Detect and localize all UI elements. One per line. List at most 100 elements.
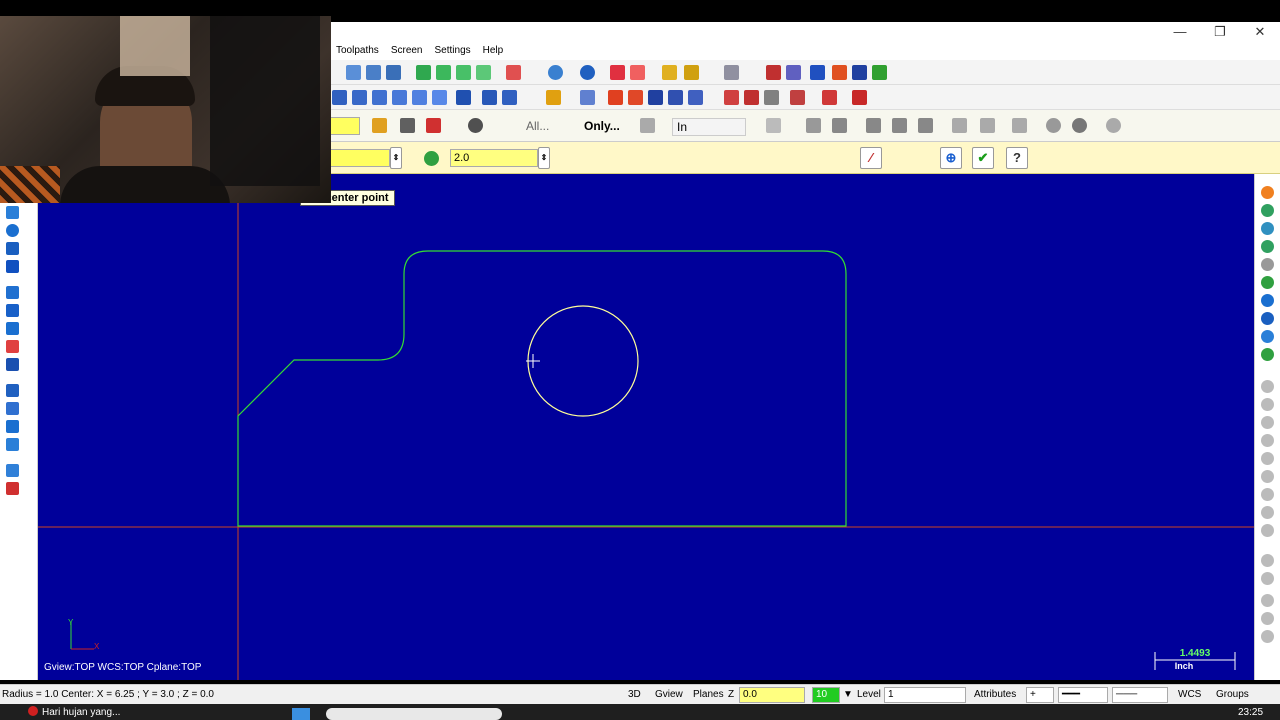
break-icon[interactable] bbox=[482, 90, 497, 105]
line-width-select[interactable]: ─── bbox=[1112, 687, 1168, 703]
trim-divide-icon[interactable] bbox=[1261, 222, 1274, 235]
tool-g-icon[interactable] bbox=[1261, 488, 1274, 501]
solid-select-icon[interactable] bbox=[832, 118, 847, 133]
z-depth-field[interactable]: 0.0 bbox=[739, 687, 805, 703]
surface-icon[interactable] bbox=[506, 65, 521, 80]
level-field[interactable]: 1 bbox=[884, 687, 966, 703]
part-contour[interactable] bbox=[237, 250, 847, 527]
measure-icon[interactable] bbox=[724, 65, 739, 80]
shade-icon[interactable] bbox=[610, 65, 625, 80]
backplot-icon[interactable] bbox=[786, 65, 801, 80]
tool-f-icon[interactable] bbox=[1261, 470, 1274, 483]
tool-k-icon[interactable] bbox=[1261, 572, 1274, 585]
ok-button[interactable]: ✔ bbox=[972, 147, 994, 169]
join-icon[interactable] bbox=[502, 90, 517, 105]
body-select-icon[interactable] bbox=[918, 118, 933, 133]
line-style-select[interactable]: ━━━ bbox=[1058, 687, 1108, 703]
clear-selection-icon[interactable] bbox=[426, 118, 441, 133]
units-select[interactable]: In bbox=[672, 118, 746, 136]
spline-icon[interactable] bbox=[580, 90, 595, 105]
regenerate-icon[interactable] bbox=[832, 65, 847, 80]
xform-project-icon[interactable] bbox=[432, 90, 447, 105]
solid-box-icon[interactable] bbox=[416, 65, 431, 80]
graphics-window[interactable]: Y X bbox=[38, 174, 1254, 680]
weather-text[interactable]: Hari hujan yang... bbox=[42, 707, 120, 718]
grid-icon[interactable] bbox=[608, 90, 623, 105]
undo-icon[interactable] bbox=[1261, 258, 1274, 271]
menu-settings[interactable]: Settings bbox=[429, 42, 477, 60]
surface-draft-icon[interactable] bbox=[6, 322, 19, 335]
groups-button[interactable]: Groups bbox=[1216, 685, 1249, 705]
xform-translate-icon[interactable] bbox=[332, 90, 347, 105]
hatch-icon[interactable] bbox=[764, 90, 779, 105]
color-dropdown-icon[interactable]: ▼ bbox=[843, 685, 853, 705]
diameter-field[interactable] bbox=[330, 149, 390, 167]
chain-manager-icon[interactable] bbox=[688, 90, 703, 105]
select-all-button[interactable]: All... bbox=[526, 118, 549, 134]
arrow-icon[interactable] bbox=[806, 118, 821, 133]
operations-icon[interactable] bbox=[872, 65, 887, 80]
level-label[interactable]: Level bbox=[857, 685, 881, 705]
bracket-icon[interactable] bbox=[648, 90, 663, 105]
chain-icon[interactable] bbox=[366, 65, 381, 80]
toolpath-manager-icon[interactable] bbox=[852, 65, 867, 80]
solid-icon[interactable] bbox=[6, 358, 19, 371]
tool-b-icon[interactable] bbox=[1261, 398, 1274, 411]
round-select-icon[interactable] bbox=[1072, 118, 1087, 133]
fillet-icon[interactable] bbox=[6, 286, 19, 299]
shell-icon[interactable] bbox=[6, 420, 19, 433]
wireframe-icon[interactable] bbox=[630, 65, 645, 80]
dimension-icon[interactable] bbox=[724, 90, 739, 105]
minimize-button[interactable]: — bbox=[1160, 22, 1200, 42]
cursor-icon[interactable] bbox=[766, 118, 781, 133]
analyze-icon[interactable] bbox=[684, 65, 699, 80]
autocursor-icon[interactable] bbox=[1261, 186, 1274, 199]
menu-screen[interactable]: Screen bbox=[385, 42, 429, 60]
radius-spinner[interactable]: ⇕ bbox=[538, 147, 550, 169]
search-box[interactable] bbox=[326, 708, 502, 720]
vector-select-icon[interactable] bbox=[1012, 118, 1027, 133]
window-select-icon[interactable] bbox=[386, 65, 401, 80]
solid-revolve-icon[interactable] bbox=[456, 65, 471, 80]
xform-mirror-icon[interactable] bbox=[352, 90, 367, 105]
tool-a-icon[interactable] bbox=[1261, 380, 1274, 393]
attributes-button[interactable]: Attributes bbox=[974, 685, 1016, 705]
xform-rotate-icon[interactable] bbox=[372, 90, 387, 105]
menu-help[interactable]: Help bbox=[477, 42, 510, 60]
solid-extrude-icon[interactable] bbox=[436, 65, 451, 80]
trim-icon[interactable] bbox=[456, 90, 471, 105]
tool-m-icon[interactable] bbox=[1261, 612, 1274, 625]
xform-scale-icon[interactable] bbox=[392, 90, 407, 105]
globe-icon[interactable] bbox=[548, 65, 563, 80]
create-drawing-icon[interactable] bbox=[6, 482, 19, 495]
fillet-chain-icon[interactable] bbox=[1261, 204, 1274, 217]
point-style-select[interactable]: + bbox=[1026, 687, 1054, 703]
drafting-icon[interactable] bbox=[6, 464, 19, 477]
pencil-icon[interactable] bbox=[662, 65, 677, 80]
tool-i-icon[interactable] bbox=[1261, 524, 1274, 537]
line-icon[interactable] bbox=[6, 242, 19, 255]
help-selection-icon[interactable] bbox=[468, 118, 483, 133]
radius-field[interactable]: 2.0 bbox=[450, 149, 538, 167]
help-icon[interactable] bbox=[1106, 118, 1121, 133]
diameter-spinner[interactable]: ⇕ bbox=[390, 147, 402, 169]
3d-button[interactable]: 3D bbox=[628, 685, 641, 705]
right-view-icon[interactable] bbox=[1261, 330, 1274, 343]
face-select-icon[interactable] bbox=[866, 118, 881, 133]
solid-loft-icon[interactable] bbox=[476, 65, 491, 80]
planes-button[interactable]: Planes bbox=[693, 685, 724, 705]
no-select-icon[interactable] bbox=[1046, 118, 1061, 133]
radius-lock-icon[interactable] bbox=[424, 151, 439, 166]
tool-e-icon[interactable] bbox=[1261, 452, 1274, 465]
tool-j-icon[interactable] bbox=[1261, 554, 1274, 567]
sphere-icon[interactable] bbox=[580, 65, 595, 80]
rectangle-icon[interactable] bbox=[6, 260, 19, 273]
tool-l-icon[interactable] bbox=[1261, 594, 1274, 607]
clock[interactable]: 23:25 bbox=[1238, 707, 1263, 718]
tool-d-icon[interactable] bbox=[1261, 434, 1274, 447]
select-only-button[interactable]: Only... bbox=[584, 118, 620, 134]
start-icon[interactable] bbox=[292, 708, 310, 720]
mask-icon[interactable] bbox=[372, 118, 387, 133]
table-icon[interactable] bbox=[628, 90, 643, 105]
level-icon[interactable] bbox=[822, 90, 837, 105]
